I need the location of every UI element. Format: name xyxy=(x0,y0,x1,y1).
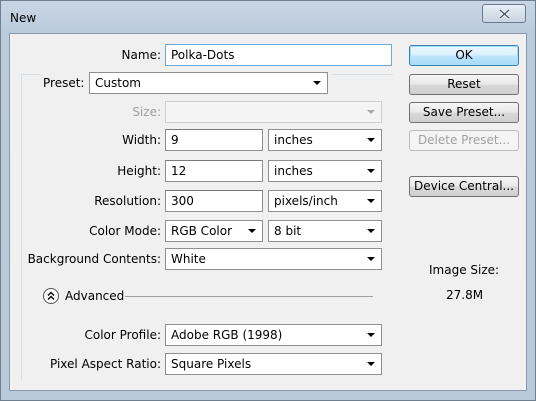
width-field[interactable]: 9 xyxy=(165,129,263,151)
color-mode-select[interactable]: RGB Color xyxy=(165,220,263,242)
color-mode-value: RGB Color xyxy=(171,224,233,238)
width-label: Width: xyxy=(122,133,161,147)
chevron-down-icon xyxy=(367,199,375,203)
title-bar[interactable]: New xyxy=(1,1,535,33)
device-central-button[interactable]: Device Central... xyxy=(409,176,519,197)
resolution-label: Resolution: xyxy=(94,194,161,208)
double-chevron-up-icon xyxy=(47,291,55,300)
preset-group-top-border-right xyxy=(332,74,393,75)
resolution-unit-value: pixels/inch xyxy=(274,194,338,208)
pixel-aspect-ratio-select[interactable]: Square Pixels xyxy=(165,353,382,375)
chevron-down-icon xyxy=(367,110,375,114)
color-mode-label: Color Mode: xyxy=(89,224,161,238)
delete-preset-button: Delete Preset... xyxy=(409,130,519,151)
color-profile-label: Color Profile: xyxy=(84,328,162,342)
pixel-aspect-ratio-value: Square Pixels xyxy=(171,357,252,371)
background-contents-value: White xyxy=(171,252,206,266)
image-size-value: 27.8M xyxy=(446,288,484,302)
size-label: Size: xyxy=(132,105,161,119)
preset-select[interactable]: Custom xyxy=(89,72,328,94)
name-field[interactable]: Polka-Dots xyxy=(165,44,392,66)
save-preset-button[interactable]: Save Preset... xyxy=(409,102,519,123)
color-profile-select[interactable]: Adobe RGB (1998) xyxy=(165,324,382,346)
resolution-unit-select[interactable]: pixels/inch xyxy=(268,190,382,212)
height-field[interactable]: 12 xyxy=(165,160,263,182)
preset-group-left-border xyxy=(21,74,22,381)
advanced-toggle-button[interactable] xyxy=(43,288,59,304)
window-title: New xyxy=(10,11,37,25)
chevron-down-icon xyxy=(367,257,375,261)
width-unit-select[interactable]: inches xyxy=(268,129,382,151)
close-button[interactable] xyxy=(482,4,526,23)
chevron-down-icon xyxy=(367,229,375,233)
color-profile-value: Adobe RGB (1998) xyxy=(171,328,283,342)
bit-depth-value: 8 bit xyxy=(274,224,302,238)
bit-depth-select[interactable]: 8 bit xyxy=(268,220,382,242)
resolution-field[interactable]: 300 xyxy=(165,190,263,212)
background-contents-label: Background Contents: xyxy=(27,252,161,266)
advanced-divider xyxy=(125,296,373,297)
width-unit-value: inches xyxy=(274,133,313,147)
close-icon xyxy=(499,9,510,19)
chevron-down-icon xyxy=(313,81,321,85)
height-unit-select[interactable]: inches xyxy=(268,160,382,182)
size-select xyxy=(165,101,382,123)
ok-button[interactable]: OK xyxy=(409,45,519,66)
chevron-down-icon xyxy=(367,138,375,142)
height-label: Height: xyxy=(117,164,161,178)
name-label: Name: xyxy=(121,48,161,62)
image-size-label: Image Size: xyxy=(429,263,500,277)
background-contents-select[interactable]: White xyxy=(165,248,382,270)
dialog-body: Name: Polka-Dots Preset: Custom Size: Wi… xyxy=(9,33,527,391)
chevron-down-icon xyxy=(367,169,375,173)
height-unit-value: inches xyxy=(274,164,313,178)
advanced-label: Advanced xyxy=(65,289,125,303)
pixel-aspect-ratio-label: Pixel Aspect Ratio: xyxy=(50,357,161,371)
chevron-down-icon xyxy=(367,333,375,337)
preset-label: Preset: xyxy=(43,76,85,90)
new-document-dialog: New Name: Polka-Dots Preset: Custom Size… xyxy=(0,0,536,401)
preset-group-top-border-left xyxy=(21,74,41,75)
chevron-down-icon xyxy=(248,229,256,233)
chevron-down-icon xyxy=(367,362,375,366)
preset-select-value: Custom xyxy=(95,76,141,90)
reset-button[interactable]: Reset xyxy=(409,74,519,95)
